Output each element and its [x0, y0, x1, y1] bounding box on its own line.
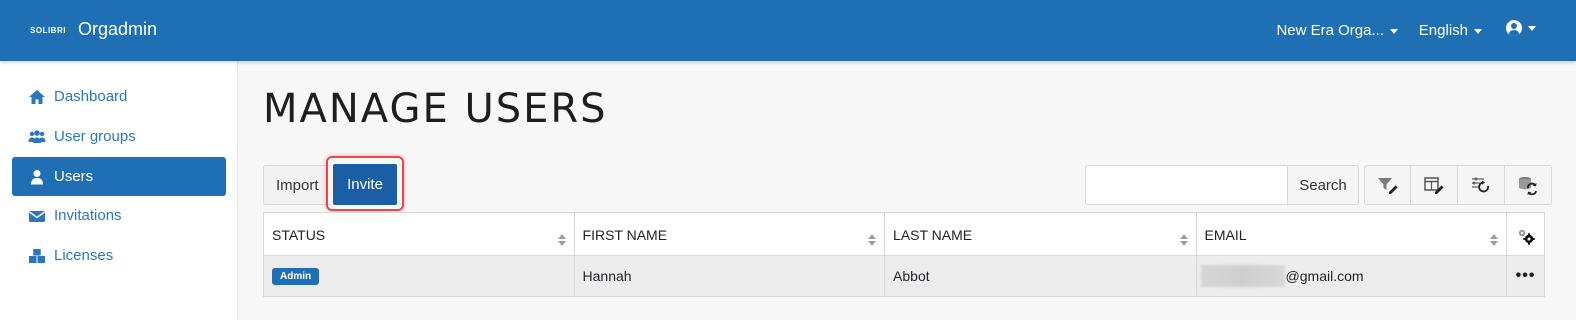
organization-dropdown[interactable]: New Era Orga... [1276, 22, 1398, 39]
organization-dropdown-label: New Era Orga... [1276, 22, 1384, 39]
column-header-status[interactable]: STATUS [264, 213, 575, 255]
import-button[interactable]: Import [263, 165, 331, 205]
email-domain: @gmail.com [1285, 268, 1364, 284]
first-name-cell: Hannah [575, 256, 886, 296]
email-cell: @gmail.com [1197, 256, 1508, 296]
sidebar-item-label: User groups [54, 128, 136, 145]
invite-button[interactable]: Invite [333, 164, 397, 205]
column-header-email[interactable]: EMAIL [1197, 213, 1508, 255]
sidebar-item-licenses[interactable]: Licenses [12, 236, 226, 275]
columns-edit-icon [1424, 177, 1444, 194]
search-input[interactable] [1085, 165, 1288, 205]
sidebar: Dashboard User groups Users Invitations … [0, 61, 238, 320]
columns-edit-button[interactable] [1411, 165, 1458, 205]
app-title[interactable]: Orgadmin [78, 19, 157, 40]
column-settings-button[interactable] [1507, 213, 1544, 255]
status-badge: Admin [272, 268, 320, 285]
filter-edit-icon [1377, 178, 1397, 194]
sort-icon[interactable] [868, 234, 877, 248]
sort-icon[interactable] [1490, 234, 1499, 248]
sidebar-item-label: Dashboard [54, 88, 128, 105]
page-title: MANAGE USERS [263, 86, 608, 132]
status-cell: Admin [264, 256, 575, 296]
last-name-cell: Abbot [885, 256, 1197, 296]
column-header-first-name[interactable]: FIRST NAME [575, 213, 886, 255]
user-circle-icon [1506, 20, 1522, 36]
sidebar-item-label: Licenses [54, 247, 114, 264]
sort-icon[interactable] [1179, 234, 1188, 248]
table-row[interactable]: Admin Hannah Abbot @gmail.com ••• [264, 256, 1544, 296]
more-options-icon: ••• [1515, 267, 1536, 284]
action-button-group: Import [263, 165, 331, 205]
boxes-icon [28, 248, 46, 264]
user-menu-dropdown[interactable] [1506, 20, 1536, 36]
users-icon [28, 129, 46, 145]
redacted-email-prefix [1200, 265, 1285, 287]
table-toolbar [1364, 165, 1552, 205]
sidebar-item-invitations[interactable]: Invitations [12, 196, 226, 235]
column-header-label: FIRST NAME [582, 227, 668, 243]
table-header-row: STATUS FIRST NAME LAST NAME EMAIL [264, 213, 1544, 256]
reset-filters-button[interactable] [1458, 165, 1505, 205]
filter-edit-button[interactable] [1364, 165, 1411, 205]
reset-filters-icon [1472, 177, 1489, 193]
solibri-logo[interactable]: SOLIBRI [30, 26, 66, 35]
refresh-data-icon [1519, 177, 1537, 195]
search-button[interactable]: Search [1288, 165, 1359, 205]
column-header-label: EMAIL [1204, 227, 1247, 243]
chevron-down-icon [1390, 28, 1398, 34]
language-dropdown[interactable]: English [1419, 22, 1482, 39]
sidebar-item-users[interactable]: Users [12, 157, 226, 196]
top-navbar: SOLIBRI Orgadmin New Era Orga... English [0, 0, 1576, 61]
envelope-icon [28, 208, 46, 224]
sidebar-item-label: Invitations [54, 207, 122, 224]
language-dropdown-label: English [1418, 22, 1468, 39]
home-icon [28, 89, 46, 105]
column-header-last-name[interactable]: LAST NAME [885, 213, 1197, 255]
gears-icon [1518, 229, 1535, 245]
refresh-data-button[interactable] [1505, 165, 1552, 205]
sort-icon[interactable] [557, 234, 566, 248]
users-table: STATUS FIRST NAME LAST NAME EMAIL Admin [263, 212, 1545, 297]
column-header-label: STATUS [272, 227, 326, 243]
sidebar-item-dashboard[interactable]: Dashboard [12, 77, 226, 116]
column-header-label: LAST NAME [893, 227, 973, 243]
sidebar-item-label: Users [54, 168, 94, 185]
chevron-down-icon [1474, 28, 1482, 34]
sidebar-item-user-groups[interactable]: User groups [12, 117, 226, 156]
user-icon [28, 169, 46, 185]
row-actions-button[interactable]: ••• [1507, 256, 1544, 296]
chevron-down-icon [1528, 26, 1536, 31]
